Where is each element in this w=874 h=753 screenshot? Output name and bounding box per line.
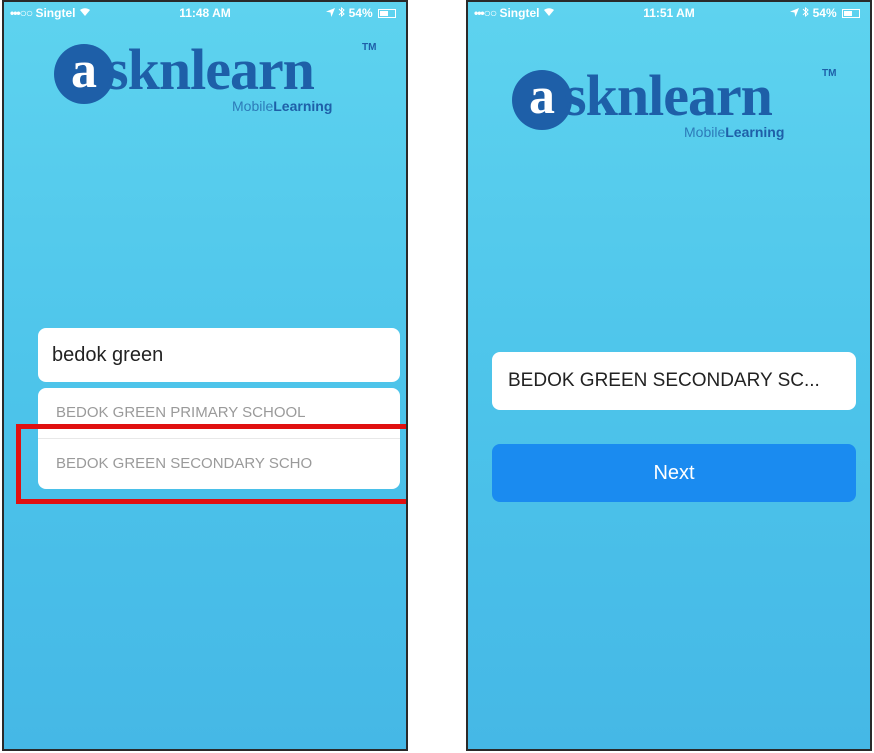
suggestion-item-primary[interactable]: BEDOK GREEN PRIMARY SCHOOL <box>38 388 400 439</box>
status-bar: •••○○ Singtel 11:51 AM 54% <box>468 2 870 24</box>
logo-circle: a <box>512 70 572 130</box>
asknlearn-logo: a sknlearn TM MobileLearning <box>54 36 384 126</box>
logo-subtitle-mobile: Mobile <box>232 98 274 114</box>
location-arrow-icon <box>789 6 802 20</box>
status-right: 54% <box>789 6 860 20</box>
asknlearn-logo: a sknlearn TM MobileLearning <box>512 62 842 152</box>
status-right: 54% <box>325 6 396 20</box>
logo-subtitle: MobileLearning <box>684 124 784 140</box>
logo-subtitle-mobile: Mobile <box>684 124 726 140</box>
battery-icon <box>378 9 396 19</box>
logo-subtitle-learning: Learning <box>273 98 333 114</box>
next-button[interactable]: Next <box>492 444 856 502</box>
logo-wordmark: sknlearn <box>106 37 315 102</box>
bluetooth-icon <box>802 6 812 20</box>
suggestion-item-secondary[interactable]: BEDOK GREEN SECONDARY SCHO <box>38 439 400 489</box>
battery-percent: 54% <box>812 6 837 20</box>
suggestion-list: BEDOK GREEN PRIMARY SCHOOL BEDOK GREEN S… <box>38 388 400 489</box>
logo-trademark: TM <box>822 68 837 79</box>
selected-school-field[interactable]: BEDOK GREEN SECONDARY SC... <box>492 352 856 410</box>
status-bar: •••○○ Singtel 11:48 AM 54% <box>4 2 406 24</box>
logo-circle: a <box>54 44 114 104</box>
left-phone-screen: •••○○ Singtel 11:48 AM 54% a sknlearn TM… <box>2 0 408 751</box>
right-phone-screen: •••○○ Singtel 11:51 AM 54% a sknlearn TM… <box>466 0 872 751</box>
logo-subtitle-learning: Learning <box>725 124 785 140</box>
logo-subtitle: MobileLearning <box>232 98 332 114</box>
bluetooth-icon <box>338 6 348 20</box>
battery-percent: 54% <box>348 6 373 20</box>
logo-wordmark: sknlearn <box>564 63 773 128</box>
school-search-input[interactable] <box>38 328 400 382</box>
battery-icon <box>842 9 860 19</box>
location-arrow-icon <box>325 6 338 20</box>
logo-trademark: TM <box>362 42 377 53</box>
